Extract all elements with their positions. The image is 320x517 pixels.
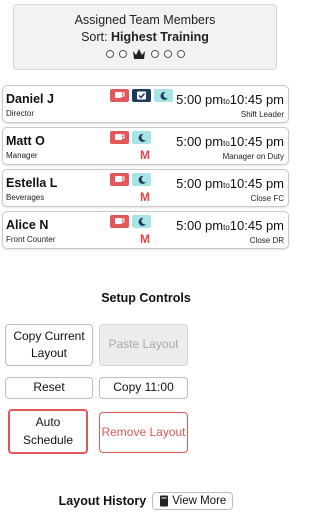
sort-option-dot[interactable] (118, 50, 127, 58)
member-shift-time: 5:00 pmto10:45 pm (176, 218, 284, 233)
crown-icon[interactable] (132, 48, 146, 60)
layout-history-title: Layout History (58, 494, 147, 508)
shift-to: to (223, 139, 230, 148)
moon-icon[interactable] (132, 215, 151, 228)
sort-selector (14, 48, 276, 60)
view-more-button[interactable]: View More (152, 492, 234, 510)
member-position: Manager on Duty (222, 152, 284, 161)
sort-option-dot[interactable] (163, 50, 172, 58)
moon-icon[interactable] (132, 131, 151, 144)
member-name: Alice N (6, 218, 49, 232)
member-icons (110, 173, 151, 186)
coffee-icon[interactable] (110, 173, 129, 186)
member-role: Director (6, 109, 35, 118)
member-mark: M (140, 190, 150, 204)
moon-icon[interactable] (154, 89, 173, 102)
coffee-icon[interactable] (110, 89, 129, 102)
shift-start: 5:00 pm (176, 92, 224, 107)
member-shift-time: 5:00 pmto10:45 pm (176, 92, 284, 107)
view-more-label: View More (172, 495, 227, 507)
sort-panel-title: Assigned Team Members (74, 13, 216, 27)
book-icon (160, 495, 169, 507)
copy-time-button[interactable]: Copy 11:00 (99, 377, 188, 399)
member-name: Daniel J (6, 92, 54, 106)
member-card[interactable]: Estella L Beverages M 5:00 pmto10:45 pm … (2, 169, 289, 207)
shift-start: 5:00 pm (176, 134, 224, 149)
shift-end: 10:45 pm (229, 176, 284, 191)
member-role: Front Counter (6, 235, 56, 244)
copy-current-layout-button[interactable]: Copy Current Layout (5, 324, 93, 366)
shift-end: 10:45 pm (229, 218, 284, 233)
shift-to: to (223, 223, 230, 232)
member-icons (110, 131, 151, 144)
member-mark: M (140, 148, 150, 162)
member-role: Manager (6, 151, 38, 160)
member-position: Shift Leader (240, 110, 284, 119)
sort-line: Sort: Highest Training (14, 30, 276, 44)
shift-end: 10:45 pm (229, 92, 284, 107)
sort-option-dot[interactable] (176, 50, 185, 58)
coffee-icon[interactable] (110, 131, 129, 144)
sort-prefix: Sort: (81, 30, 111, 44)
auto-schedule-button[interactable]: Auto Schedule (8, 409, 88, 454)
member-card[interactable]: Daniel J Director 5:00 pmto10:45 pm Shif… (2, 85, 289, 123)
layout-history: Layout History View More (0, 492, 292, 510)
shift-to: to (223, 97, 230, 106)
member-card[interactable]: Alice N Front Counter M 5:00 pmto10:45 p… (2, 211, 289, 249)
member-role: Beverages (6, 193, 45, 202)
member-name: Estella L (6, 176, 58, 190)
shift-to: to (223, 181, 230, 190)
member-name: Matt O (6, 134, 45, 148)
sort-value: Highest Training (110, 30, 209, 44)
member-mark: M (140, 232, 150, 246)
member-shift-time: 5:00 pmto10:45 pm (176, 176, 284, 191)
moon-icon[interactable] (132, 173, 151, 186)
check-icon[interactable] (132, 89, 151, 102)
sort-option-dot[interactable] (105, 50, 114, 58)
member-position: Close DR (249, 236, 284, 245)
member-position: Close FC (250, 194, 284, 203)
shift-start: 5:00 pm (176, 176, 224, 191)
coffee-icon[interactable] (110, 215, 129, 228)
member-icons (110, 215, 151, 228)
member-shift-time: 5:00 pmto10:45 pm (176, 134, 284, 149)
sort-panel: Assigned Team Members Sort: Highest Trai… (13, 4, 277, 70)
setup-controls-title: Setup Controls (101, 291, 191, 305)
member-icons (110, 89, 173, 102)
remove-layout-button[interactable]: Remove Layout (99, 412, 188, 453)
shift-start: 5:00 pm (176, 218, 224, 233)
shift-end: 10:45 pm (229, 134, 284, 149)
sort-option-dot[interactable] (150, 50, 159, 58)
reset-button[interactable]: Reset (5, 377, 93, 399)
member-card[interactable]: Matt O Manager M 5:00 pmto10:45 pm Manag… (2, 127, 289, 165)
paste-layout-button[interactable]: Paste Layout (99, 324, 188, 366)
